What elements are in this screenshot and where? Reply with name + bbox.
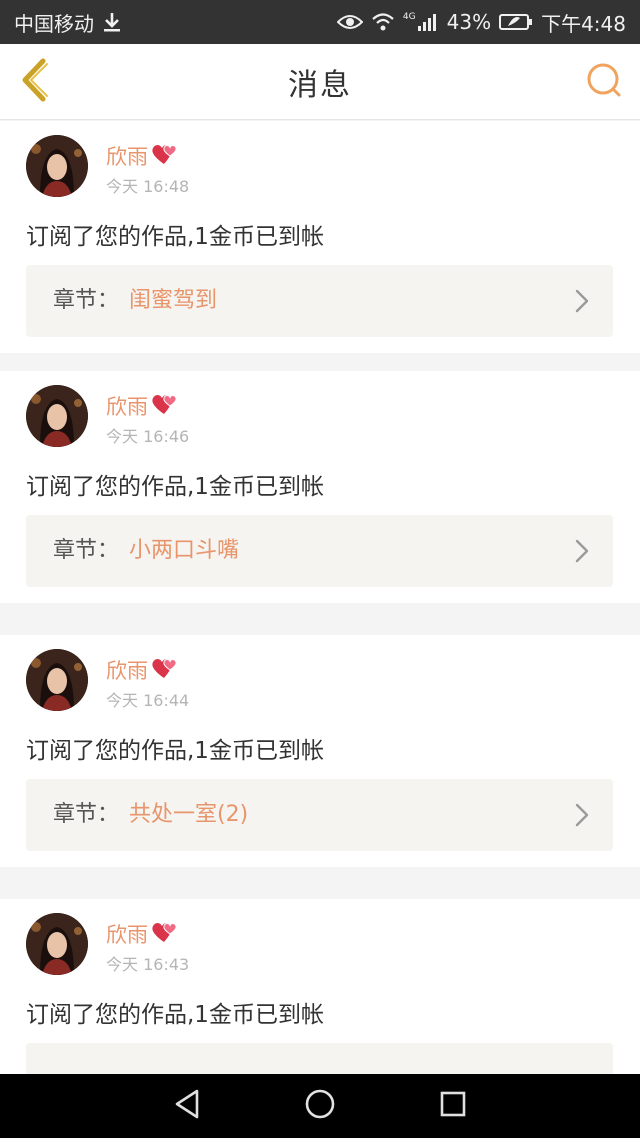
avatar[interactable]: [26, 135, 88, 197]
avatar[interactable]: [26, 649, 88, 711]
message-time: 今天 16:44: [106, 691, 190, 710]
chapter-name: 共处一室(2): [129, 802, 249, 827]
username[interactable]: 欣雨: [106, 655, 178, 685]
message-time: 今天 16:43: [106, 955, 190, 974]
hearts-icon: [150, 392, 178, 421]
hearts-icon: [150, 920, 178, 949]
message-time: 今天 16:48: [106, 177, 190, 196]
clock: 下午4:48: [541, 11, 626, 36]
status-bar: 中国移动 4G 43% 下午4:48: [0, 0, 640, 44]
app-header: 消息: [0, 44, 640, 120]
message-card[interactable]: 欣雨今天 16:48 订阅了您的作品,1金币已到帐章节： 闺蜜驾到: [0, 121, 640, 353]
carrier-label: 中国移动: [14, 11, 94, 36]
message-card[interactable]: 欣雨今天 16:43 订阅了您的作品,1金币已到帐: [0, 899, 640, 1074]
battery-percent: 43%: [446, 10, 492, 34]
username[interactable]: 欣雨: [106, 919, 178, 949]
username-text: 欣雨: [106, 145, 148, 169]
system-nav-bar: [0, 1074, 640, 1138]
username[interactable]: 欣雨: [106, 391, 178, 421]
message-card[interactable]: 欣雨今天 16:44 订阅了您的作品,1金币已到帐章节： 共处一室(2): [0, 635, 640, 867]
download-icon: [102, 11, 122, 33]
recents-square-icon: [439, 1090, 467, 1122]
back-triangle-icon: [172, 1088, 202, 1124]
network-type-label: 4G: [402, 12, 416, 22]
username-text: 欣雨: [106, 659, 148, 683]
nav-home-button[interactable]: [296, 1082, 344, 1130]
hearts-icon: [150, 656, 178, 685]
chapter-name: 小两口斗嘴: [129, 538, 240, 563]
chapter-label: 章节：: [53, 288, 120, 313]
chapter-link[interactable]: 章节： 小两口斗嘴: [26, 515, 613, 587]
chapter-link[interactable]: 章节： 闺蜜驾到: [26, 265, 613, 337]
username-text: 欣雨: [106, 923, 148, 947]
chevron-right-icon: [575, 803, 589, 827]
page-title: 消息: [288, 68, 352, 103]
chapter-link[interactable]: [26, 1043, 613, 1074]
signal-icon: 4G: [403, 12, 437, 32]
avatar[interactable]: [26, 385, 88, 447]
message-text: 订阅了您的作品,1金币已到帐: [26, 738, 324, 764]
message-text: 订阅了您的作品,1金币已到帐: [26, 474, 324, 500]
message-card[interactable]: 欣雨今天 16:46 订阅了您的作品,1金币已到帐章节： 小两口斗嘴: [0, 371, 640, 603]
username[interactable]: 欣雨: [106, 141, 178, 171]
wifi-icon: [371, 12, 395, 32]
battery-icon: [499, 13, 533, 31]
chapter-name: 闺蜜驾到: [129, 288, 218, 313]
chapter-label: 章节：: [53, 538, 120, 563]
eye-icon: [336, 13, 363, 31]
message-time: 今天 16:46: [106, 427, 190, 446]
message-text: 订阅了您的作品,1金币已到帐: [26, 224, 324, 250]
chevron-right-icon: [575, 539, 589, 563]
username-text: 欣雨: [106, 395, 148, 419]
chapter-label: 章节：: [53, 802, 120, 827]
hearts-icon: [150, 142, 178, 171]
home-circle-icon: [304, 1088, 336, 1124]
chapter-link[interactable]: 章节： 共处一室(2): [26, 779, 613, 851]
nav-recents-button[interactable]: [429, 1082, 477, 1130]
message-list[interactable]: 欣雨 今天 16:48 订阅了您的作品,1金币已到帐 章节： 闺蜜驾到 欣雨 今天 16:4…: [0, 121, 640, 1074]
search-icon: [585, 61, 623, 103]
message-text: 订阅了您的作品,1金币已到帐: [26, 1002, 324, 1028]
nav-back-button[interactable]: [163, 1082, 211, 1130]
avatar[interactable]: [26, 913, 88, 975]
search-button[interactable]: [582, 60, 626, 104]
chevron-right-icon: [575, 289, 589, 313]
